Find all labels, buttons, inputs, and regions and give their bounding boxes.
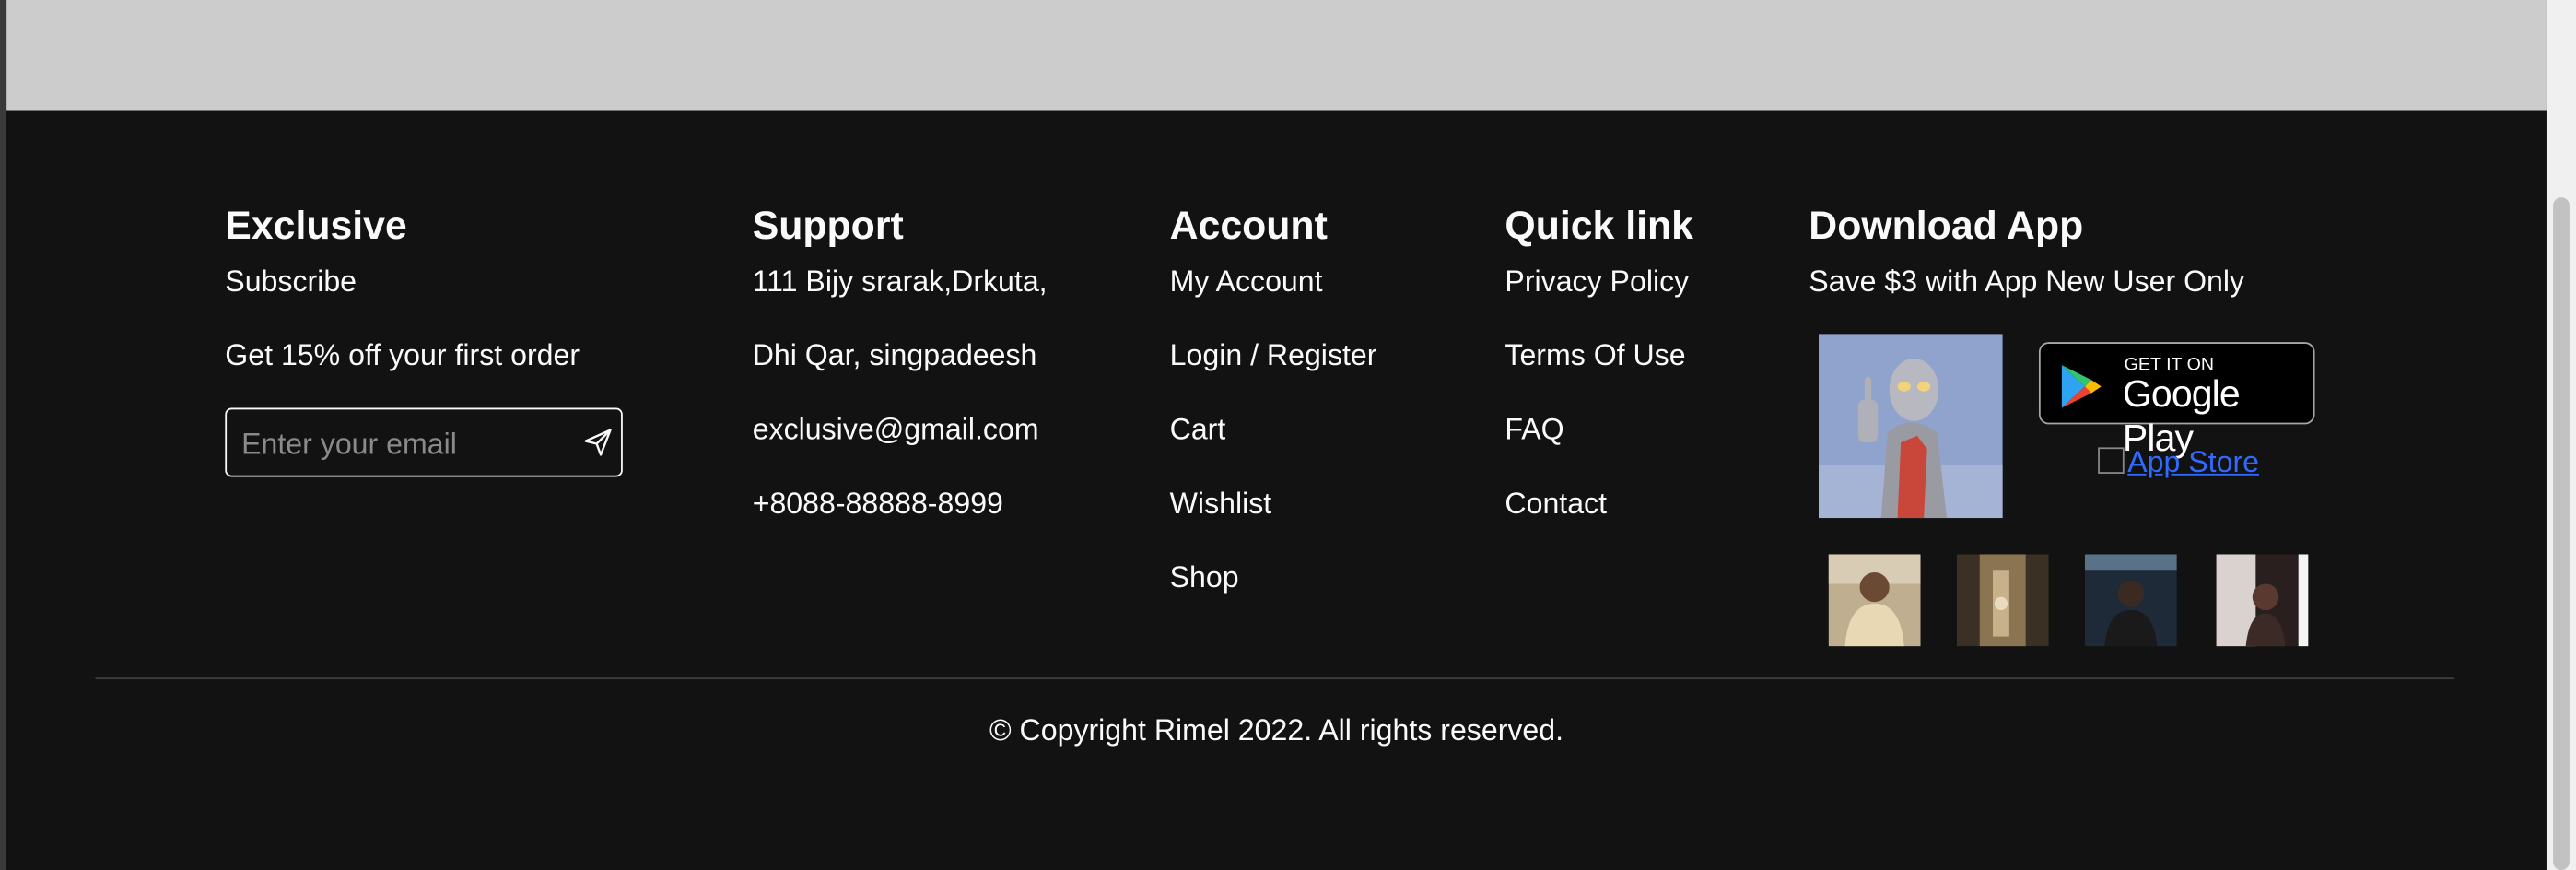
footer-download-column: Download App Save $3 with App New User O… (1809, 202, 2335, 647)
app-store-link[interactable]: App Store (2098, 446, 2259, 496)
google-play-badge[interactable]: GET IT ON Google Play (2038, 342, 2315, 459)
exclusive-heading: Exclusive (225, 204, 407, 249)
gallery-thumbnail-4[interactable] (2216, 554, 2309, 647)
qr-code-image (1819, 334, 2003, 519)
link-contact[interactable]: Contact (1505, 484, 1693, 558)
link-shop[interactable]: Shop (1170, 558, 1377, 631)
support-phone[interactable]: +8088-88888-8999 (753, 484, 1048, 558)
window-edge (0, 0, 7, 870)
footer-quick-link-column: Quick link Privacy Policy Terms Of Use F… (1505, 202, 1693, 557)
support-heading: Support (752, 204, 904, 249)
download-heading: Download App (1809, 204, 2084, 249)
broken-image-icon (2098, 447, 2125, 474)
site-footer: Exclusive Subscribe Get 15% off your fir… (6, 110, 2547, 870)
gallery-thumbnail-3[interactable] (2084, 554, 2177, 647)
scrollbar-thumb[interactable] (2553, 197, 2570, 870)
account-heading: Account (1169, 204, 1328, 249)
support-address-line-2: Dhi Qar, singpadeesh (752, 338, 1037, 372)
support-email[interactable]: exclusive@gmail.com (753, 409, 1048, 483)
link-terms-of-use[interactable]: Terms Of Use (1505, 335, 1693, 409)
link-wishlist[interactable]: Wishlist (1170, 484, 1377, 558)
offer-text: Get 15% off your first order (225, 338, 580, 372)
footer-exclusive-column: Exclusive Subscribe Get 15% off your fir… (225, 202, 623, 479)
email-subscribe-box (225, 407, 623, 479)
quick-link-heading: Quick link (1505, 204, 1693, 249)
gallery-thumbnail-2[interactable] (1956, 554, 2049, 647)
vertical-scrollbar[interactable] (2546, 0, 2576, 870)
gallery-thumbnail-1[interactable] (1828, 554, 1921, 647)
footer-account-column: Account My Account Login / Register Cart… (1170, 202, 1377, 631)
page-content-area (6, 0, 2547, 111)
download-promo: Save $3 with App New User Only (1809, 265, 2245, 298)
link-cart[interactable]: Cart (1170, 409, 1377, 483)
footer-divider (95, 677, 2455, 679)
link-privacy-policy[interactable]: Privacy Policy (1505, 262, 1693, 335)
link-login-register[interactable]: Login / Register (1170, 335, 1377, 409)
google-play-logo-icon (2061, 365, 2102, 408)
send-icon[interactable] (581, 426, 615, 459)
link-faq[interactable]: FAQ (1505, 409, 1693, 483)
app-store-alt-text: App Store (2127, 445, 2260, 479)
link-my-account[interactable]: My Account (1170, 262, 1377, 335)
subscribe-label: Subscribe (225, 265, 357, 298)
email-input[interactable] (238, 409, 566, 479)
support-address-line-1: 111 Bijy srarak,Drkuta, (752, 265, 1048, 298)
copyright-text: © Copyright Rimel 2022. All rights reser… (989, 713, 1564, 747)
footer-support-column: Support 111 Bijy srarak,Drkuta, Dhi Qar,… (753, 202, 1048, 557)
